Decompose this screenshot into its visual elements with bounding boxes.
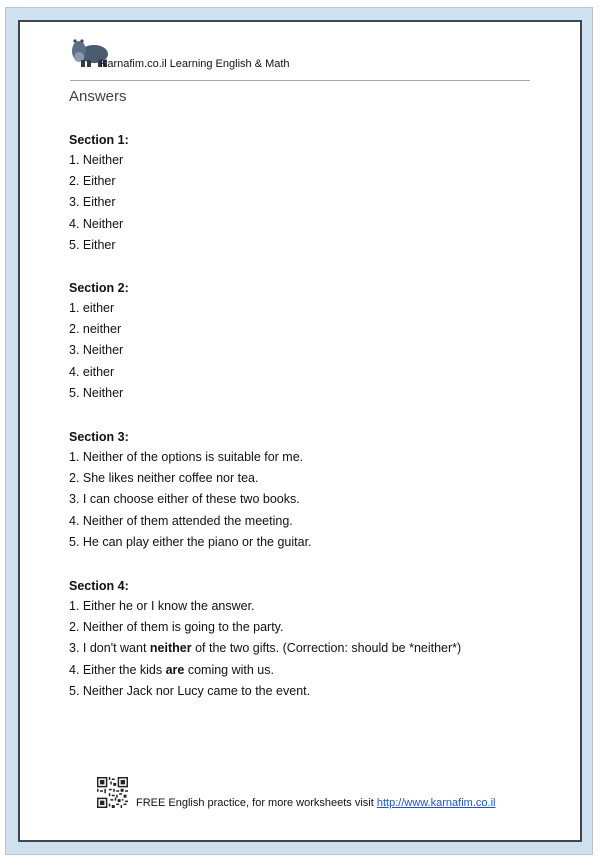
- answer-item: 3. Either: [69, 195, 116, 210]
- website-link[interactable]: http://www.karnafim.co.il: [377, 797, 496, 809]
- answer-item: 2. neither: [69, 322, 122, 337]
- footer-label: FREE English practice, for more workshee…: [136, 797, 377, 809]
- answer-item: 3. I don't want neither of the two gifts…: [69, 638, 461, 659]
- answer-text: 3. I don't want: [69, 641, 150, 656]
- section-2: Section 2: 1. either 2. neither 3. Neith…: [69, 278, 129, 404]
- answer-item: 4. Either the kids are coming with us.: [69, 660, 461, 681]
- answer-item: 2. Neither of them is going to the party…: [69, 620, 284, 635]
- answer-bold-word: are: [165, 662, 185, 677]
- answer-item: 2. Either: [69, 174, 116, 189]
- answer-item: 1. either: [69, 301, 115, 315]
- answer-item: 2. She likes neither coffee nor tea.: [69, 471, 259, 486]
- answer-item: 5. Neither Jack nor Lucy came to the eve…: [69, 683, 311, 698]
- section-title: Section 1:: [69, 133, 129, 147]
- answer-text: coming with us.: [184, 662, 274, 677]
- answer-item: 5. Either: [69, 237, 116, 252]
- section-title: Section 3:: [69, 430, 129, 444]
- answer-item: 4. either: [69, 364, 115, 379]
- section-1: Section 1: 1. Neither 2. Either 3. Eithe…: [69, 130, 129, 256]
- section-4: Section 4: 1. Either he or I know the an…: [69, 576, 461, 702]
- answer-item: 1. Neither of the options is suitable fo…: [69, 450, 304, 464]
- footer-text: FREE English practice, for more workshee…: [136, 797, 495, 809]
- answer-text: 4. Either the kids: [69, 662, 166, 677]
- qr-code-icon: [97, 777, 128, 808]
- answer-item: 4. Neither of them attended the meeting.: [69, 513, 293, 528]
- answer-item: 3. Neither: [69, 343, 124, 358]
- answer-item: 1. Either he or I know the answer.: [69, 599, 255, 613]
- answer-item: 3. I can choose either of these two book…: [69, 492, 300, 507]
- site-title: Karnafim.co.il Learning English & Math: [100, 58, 290, 70]
- answer-item: 4. Neither: [69, 216, 124, 231]
- header-divider: [70, 80, 530, 81]
- section-title: Section 4:: [69, 579, 129, 593]
- answer-bold-word: neither: [149, 641, 192, 656]
- answer-item: 1. Neither: [69, 153, 124, 167]
- answer-item: 5. Neither: [69, 385, 124, 400]
- section-title: Section 2:: [69, 281, 129, 295]
- section-3: Section 3: 1. Neither of the options is …: [69, 427, 312, 553]
- page-title: Answers: [69, 88, 127, 105]
- answer-item: 5. He can play either the piano or the g…: [69, 534, 312, 549]
- answer-text: of the two gifts. (Correction: should be…: [191, 641, 462, 656]
